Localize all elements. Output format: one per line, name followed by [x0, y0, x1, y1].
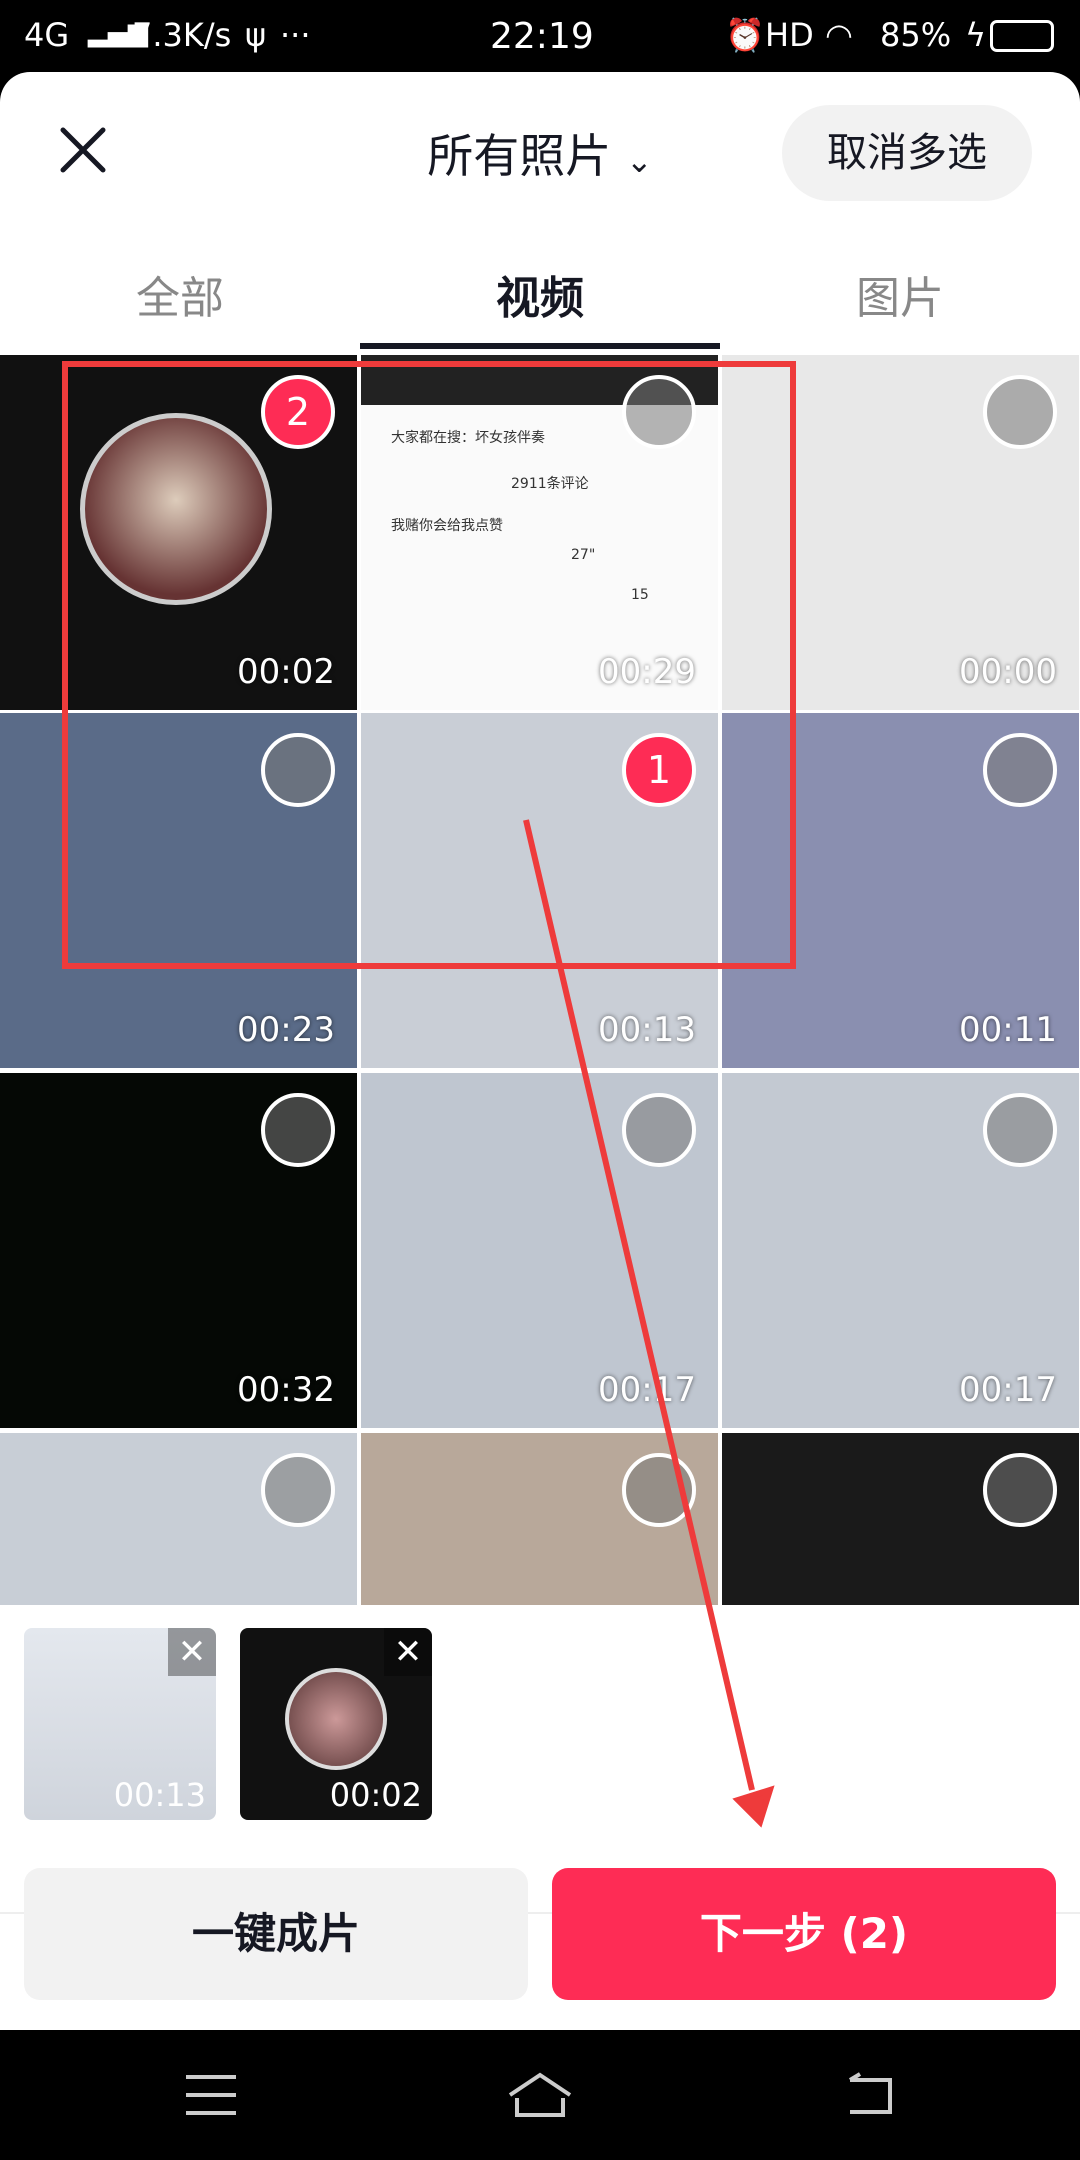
charging-icon: ϟ — [965, 16, 987, 54]
media-cell[interactable]: 00:32 — [0, 1073, 357, 1428]
selection-badge[interactable]: 1 — [622, 733, 696, 807]
duration: 00:29 — [598, 652, 696, 692]
menu-icon[interactable] — [186, 2075, 236, 2115]
back-icon[interactable] — [840, 2072, 900, 2118]
battery-percent: 85% — [880, 16, 952, 54]
selection-badge[interactable]: 2 — [261, 375, 335, 449]
media-cell[interactable]: 00:11 — [722, 713, 1079, 1068]
usb-icon: ψ — [245, 16, 267, 54]
clock: 22:19 — [490, 16, 594, 57]
media-cell[interactable] — [361, 1433, 718, 1605]
one-click-create-button[interactable]: 一键成片 — [24, 1868, 528, 2000]
duration: 00:02 — [237, 652, 335, 692]
select-circle[interactable] — [261, 1453, 335, 1527]
select-circle[interactable] — [622, 375, 696, 449]
tab-all[interactable]: 全部 — [0, 262, 360, 326]
select-circle[interactable] — [622, 1093, 696, 1167]
duration: 00:13 — [598, 1010, 696, 1050]
network-type: 4G — [24, 16, 70, 54]
active-tab-indicator — [360, 343, 720, 349]
media-cell[interactable]: 大家都在搜：坏女孩伴奏 2911条评论我赌你会给我点赞 27" 15 00:29 — [361, 355, 718, 710]
next-step-button[interactable]: 下一步 (2) — [552, 1868, 1056, 2000]
media-cell[interactable]: 1 00:13 — [361, 713, 718, 1068]
thumbnail-text: 2911条评论 — [511, 476, 589, 492]
media-picker-sheet: 所有照片 ⌄ 取消多选 全部 视频 图片 2 00:02 大家都在搜：坏女孩伴奏 29… — [0, 72, 1080, 2030]
system-nav-bar — [0, 2030, 1080, 2160]
media-cell[interactable]: 00:17 — [361, 1073, 718, 1428]
alarm-icon: ⏰ — [725, 16, 765, 54]
media-cell[interactable]: 00:00 — [722, 355, 1079, 710]
duration: 00:02 — [329, 1776, 422, 1814]
media-cell[interactable]: 00:17 — [722, 1073, 1079, 1428]
album-title: 所有照片 — [427, 129, 612, 183]
network-speed: 7.3K/s — [132, 16, 232, 54]
media-cell[interactable] — [0, 1433, 357, 1605]
select-circle[interactable] — [983, 733, 1057, 807]
duration: 00:32 — [237, 1370, 335, 1410]
status-bar: 4G ▂▄▆ 7.3K/s ψ ··· 22:19 ⏰ HD ◠ 85% ϟ — [0, 0, 1080, 72]
media-cell[interactable]: 2 00:02 — [0, 355, 357, 710]
select-circle[interactable] — [983, 1453, 1057, 1527]
duration: 00:17 — [959, 1370, 1057, 1410]
tab-image[interactable]: 图片 — [720, 262, 1080, 326]
thumbnail-text: 大家都在搜：坏女孩伴奏 — [391, 430, 545, 446]
hd-label: HD — [765, 16, 814, 54]
avatar — [285, 1668, 387, 1770]
thumbnail-text: 27" — [571, 547, 596, 563]
duration: 00:00 — [959, 652, 1057, 692]
select-circle[interactable] — [983, 375, 1057, 449]
wifi-icon: ◠ — [825, 16, 853, 54]
thumbnail-text: 15 — [631, 587, 649, 603]
tab-video[interactable]: 视频 — [360, 262, 720, 326]
duration: 00:11 — [959, 1010, 1057, 1050]
duration: 00:13 — [113, 1776, 206, 1814]
select-circle[interactable] — [983, 1093, 1057, 1167]
remove-icon[interactable]: ✕ — [384, 1628, 432, 1676]
avatar — [80, 413, 272, 605]
cancel-multiselect-button[interactable]: 取消多选 — [782, 105, 1032, 201]
duration: 00:17 — [598, 1370, 696, 1410]
media-cell[interactable]: 00:23 — [0, 713, 357, 1068]
duration: 00:23 — [237, 1010, 335, 1050]
selected-thumb[interactable]: ✕ 00:02 — [240, 1628, 432, 1820]
media-cell[interactable] — [722, 1433, 1079, 1605]
home-icon[interactable] — [505, 2070, 575, 2120]
selected-thumb[interactable]: ✕ 00:13 — [24, 1628, 216, 1820]
select-circle[interactable] — [622, 1453, 696, 1527]
more-status: ··· — [280, 16, 311, 54]
remove-icon[interactable]: ✕ — [168, 1628, 216, 1676]
battery-icon — [990, 20, 1054, 52]
chevron-down-icon: ⌄ — [625, 142, 653, 180]
select-circle[interactable] — [261, 733, 335, 807]
thumbnail-text: 我赌你会给我点赞 — [391, 518, 503, 534]
select-circle[interactable] — [261, 1093, 335, 1167]
